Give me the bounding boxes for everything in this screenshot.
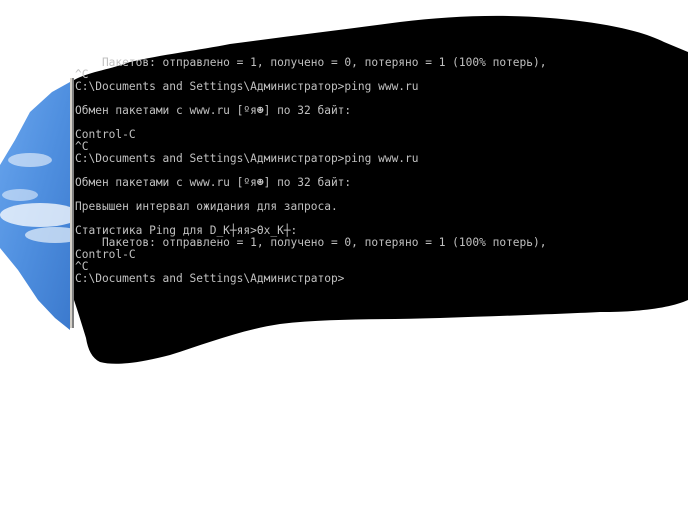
console-line: Обмен пакетами с www.ru [ºя☻] по 32 байт… bbox=[75, 104, 352, 117]
console-window-border bbox=[70, 78, 74, 328]
console-line: Control-C bbox=[75, 248, 136, 261]
console-line: Пакетов: отправлено = 1, получено = 0, п… bbox=[75, 57, 547, 69]
console-output[interactable]: Пакетов: отправлено = 1, получено = 0, п… bbox=[75, 57, 675, 302]
console-line: Пакетов: отправлено = 1, получено = 0, п… bbox=[75, 236, 547, 249]
console-line: C:\Documents and Settings\Администратор>… bbox=[75, 152, 419, 165]
screenshot-fragment: Пакетов: отправлено = 1, получено = 0, п… bbox=[0, 0, 688, 512]
console-line: Control-C bbox=[75, 128, 136, 141]
console-line: Превышен интервал ожидания для запроса. bbox=[75, 200, 338, 213]
console-prompt: C:\Documents and Settings\Администратор> bbox=[75, 272, 345, 285]
console-line: Обмен пакетами с www.ru [ºя☻] по 32 байт… bbox=[75, 176, 352, 189]
console-line: C:\Documents and Settings\Администратор>… bbox=[75, 80, 419, 93]
